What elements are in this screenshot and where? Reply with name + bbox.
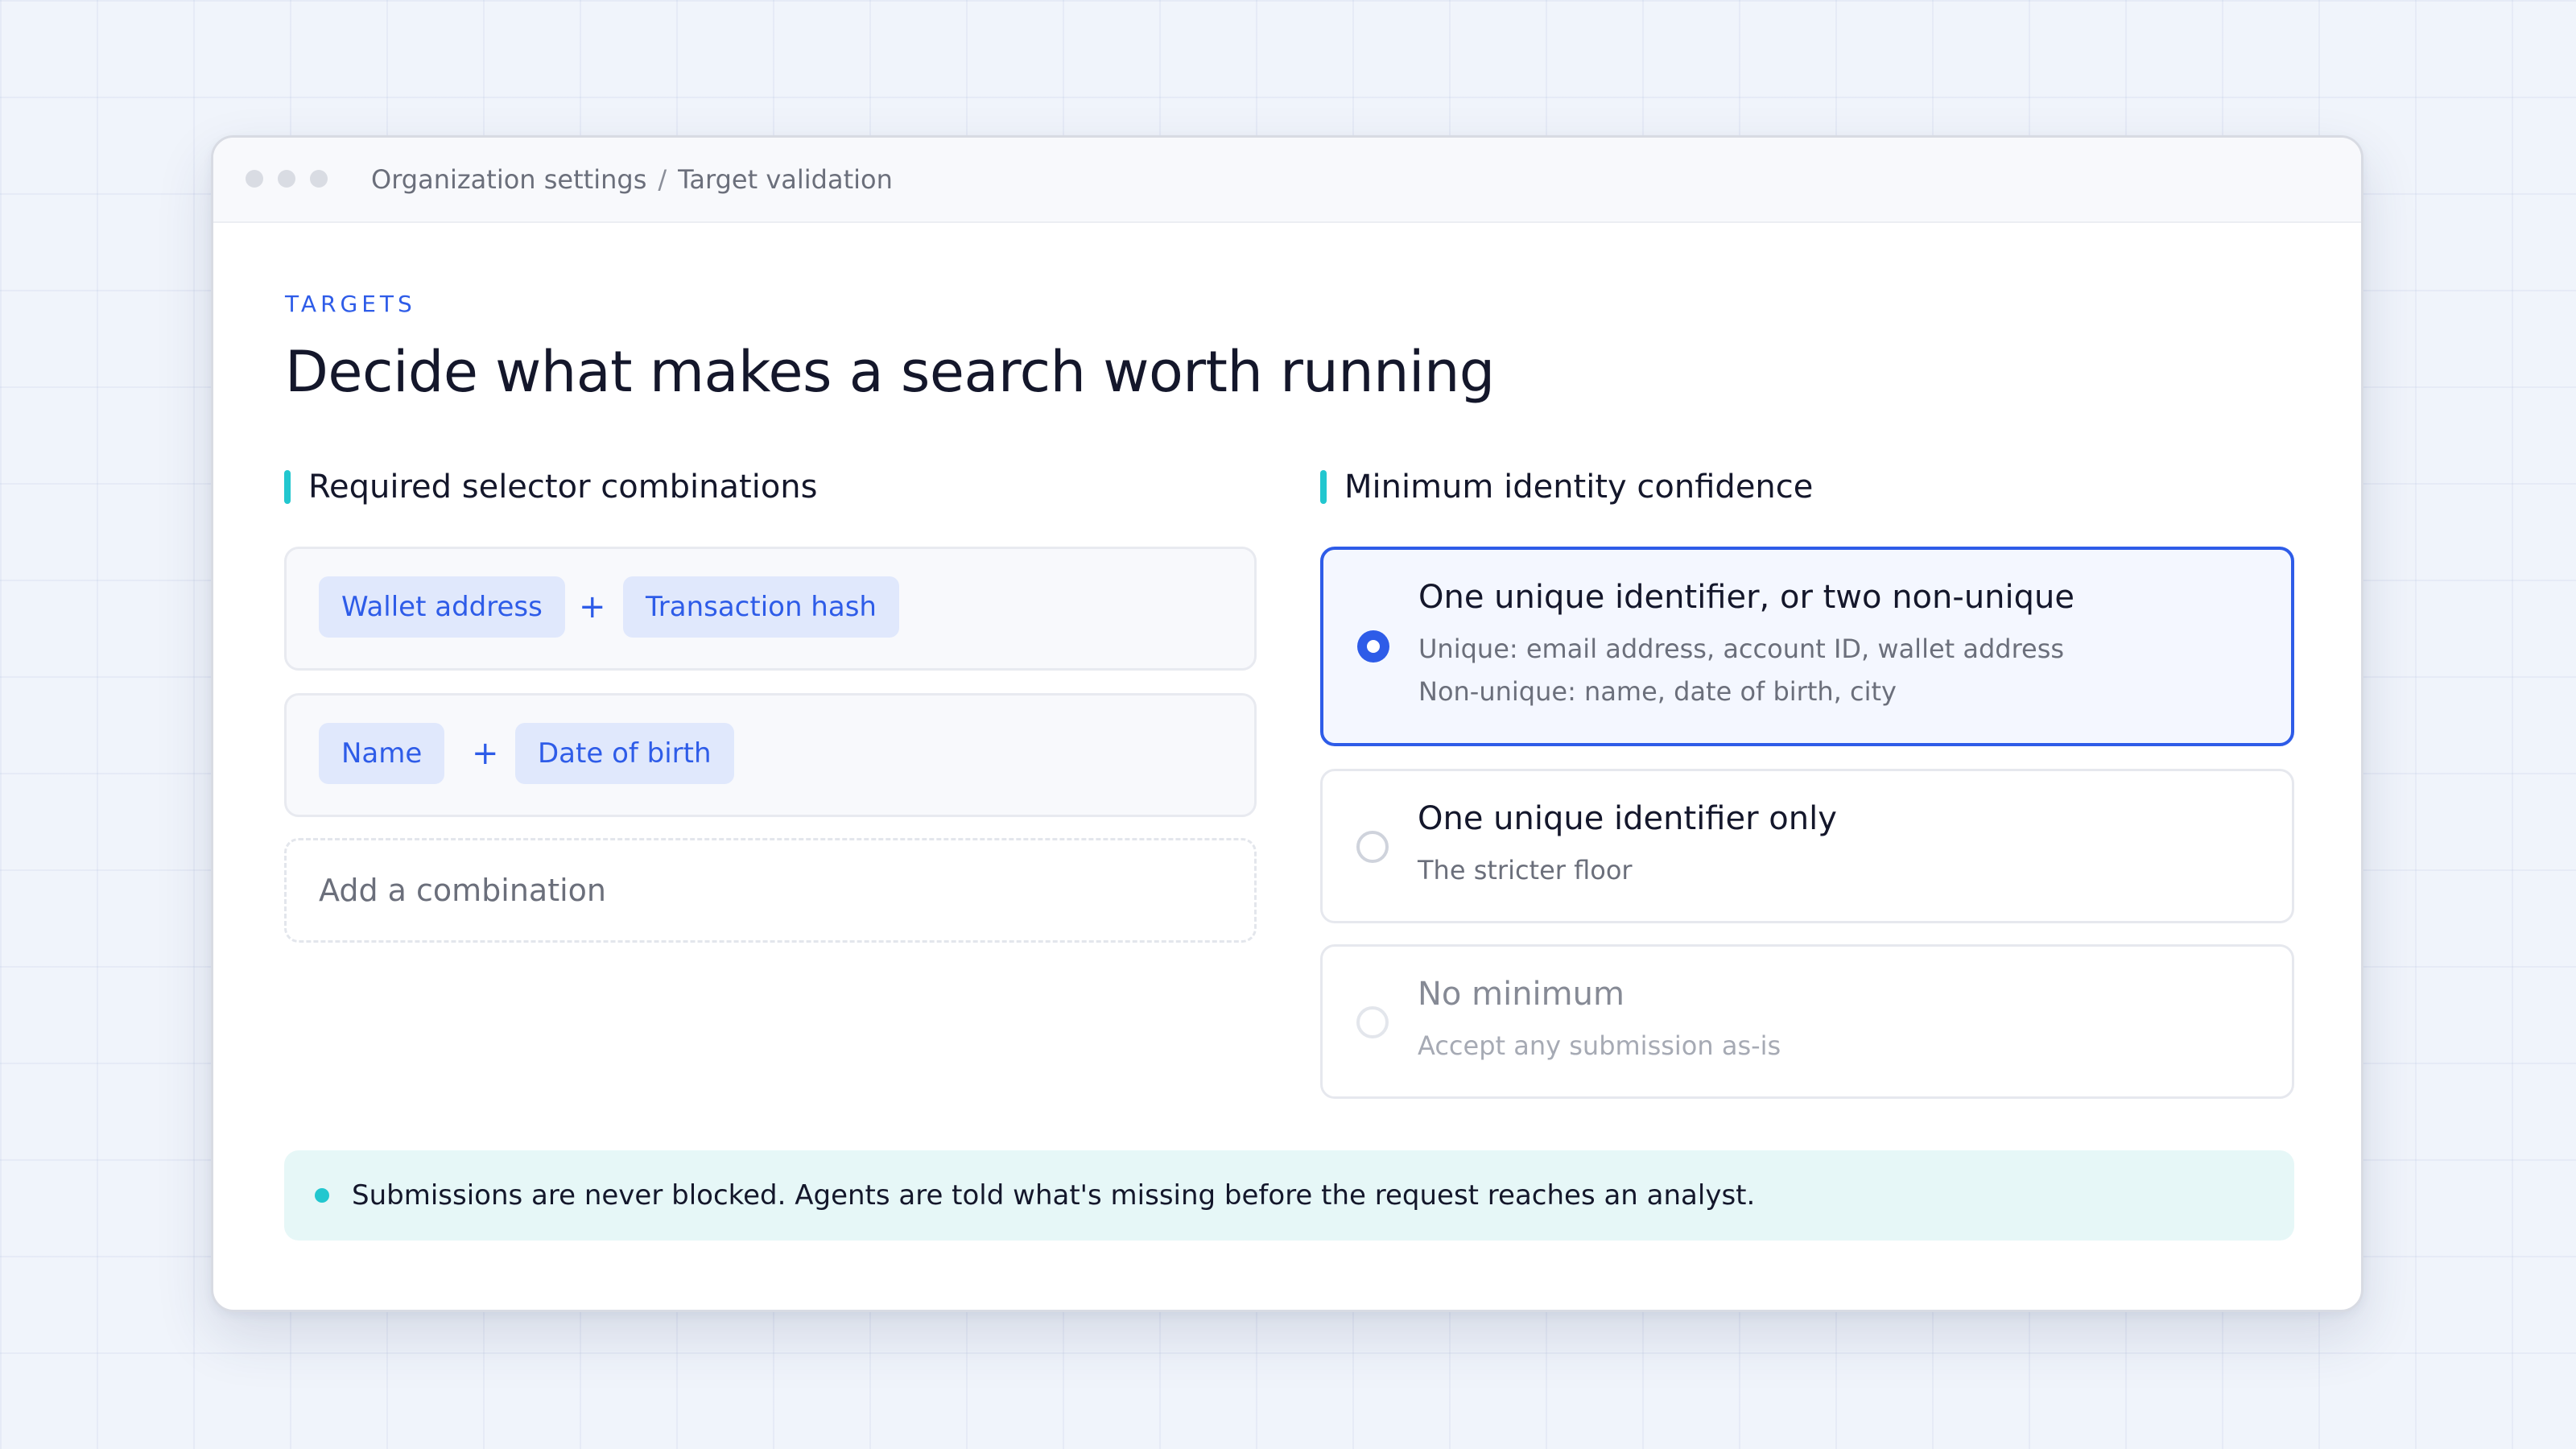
radio-empty-icon[interactable] [1356,1006,1389,1038]
add-combination-label: Add a combination [319,873,607,908]
radio-empty-icon[interactable] [1356,831,1389,863]
confidence-heading: Minimum identity confidence [1320,468,1813,506]
add-combination-button[interactable]: Add a combination [284,838,1257,943]
combination-row-2[interactable]: Name + Date of birth [284,693,1257,817]
settings-window: Organization settings / Target validation … [211,135,2363,1312]
combination-row-1[interactable]: Wallet address + Transaction hash [284,547,1257,671]
combinations-heading: Required selector combinations [284,468,817,506]
heading-accent-bar [284,470,291,504]
breadcrumb-current: Target validation [678,164,893,195]
option-title: No minimum [1418,976,1624,1013]
info-notice-text: Submissions are never blocked. Agents ar… [352,1179,1756,1212]
breadcrumb-separator: / [658,164,667,195]
heading-accent-bar [1320,470,1327,504]
page-title: Decide what makes a search worth running [285,339,1495,405]
option-description: Non-unique: name, date of birth, city [1418,676,1897,707]
breadcrumb-parent[interactable]: Organization settings [371,164,646,195]
info-dot-icon [315,1188,329,1203]
combination-plus-icon: + [472,735,499,772]
combinations-heading-label: Required selector combinations [308,469,818,506]
breadcrumb: Organization settings / Target validation [371,162,893,197]
option-title: One unique identifier only [1418,800,1837,837]
selector-chip-date-of-birth[interactable]: Date of birth [515,723,734,784]
section-eyebrow: TARGETS [285,291,416,317]
option-description: Unique: email address, account ID, walle… [1418,634,2065,664]
selector-chip-transaction-hash[interactable]: Transaction hash [623,576,899,638]
confidence-heading-label: Minimum identity confidence [1344,469,1814,506]
confidence-option-unique-only[interactable]: One unique identifier only The stricter … [1320,769,2294,923]
combination-plus-icon: + [579,588,606,625]
selector-chip-name[interactable]: Name [319,723,445,784]
window-titlebar: Organization settings / Target validation [213,138,2361,223]
option-title: One unique identifier, or two non-unique [1418,579,2074,616]
option-description: Accept any submission as-is [1418,1030,1781,1061]
window-close-dot[interactable] [246,170,263,188]
window-minimize-dot[interactable] [278,170,295,188]
selector-chip-wallet-address[interactable]: Wallet address [319,576,565,638]
confidence-option-unique-or-two-nonunique[interactable]: One unique identifier, or two non-unique… [1320,547,2294,746]
confidence-option-no-minimum[interactable]: No minimum Accept any submission as-is [1320,944,2294,1099]
option-description: The stricter floor [1418,855,1633,886]
info-notice: Submissions are never blocked. Agents ar… [284,1150,2294,1241]
radio-selected-icon[interactable] [1357,630,1389,663]
window-zoom-dot[interactable] [310,170,328,188]
